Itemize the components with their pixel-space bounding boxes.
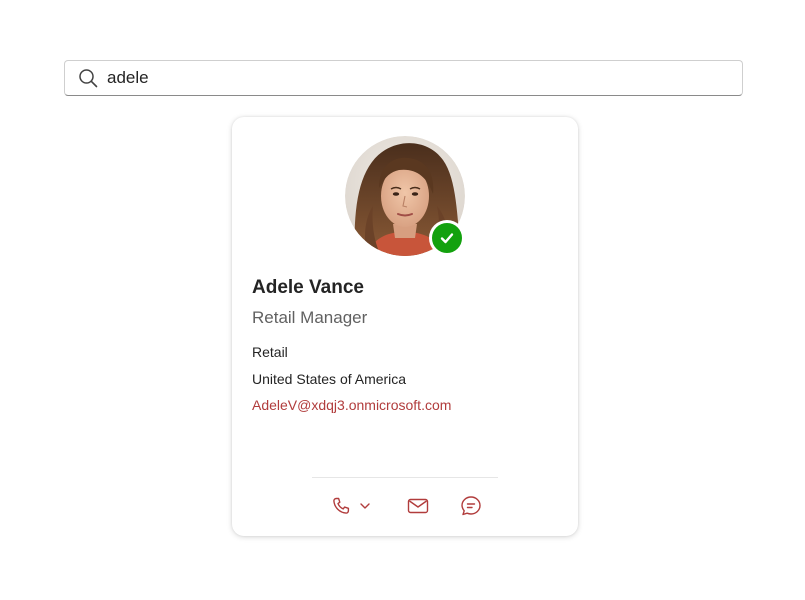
email-button[interactable]	[407, 494, 429, 518]
contact-actions	[232, 494, 578, 518]
chat-icon	[461, 496, 481, 516]
contact-email-link[interactable]: AdeleV@xdqj3.onmicrosoft.com	[252, 397, 451, 413]
checkmark-icon	[440, 233, 454, 244]
actions-divider	[312, 477, 498, 478]
contact-department: Retail	[252, 344, 288, 360]
chevron-down-icon[interactable]	[359, 500, 371, 512]
contact-job-title: Retail Manager	[252, 308, 368, 327]
contact-name: Adele Vance	[252, 277, 364, 298]
contact-location: United States of America	[252, 371, 407, 387]
call-button[interactable]	[331, 494, 371, 518]
search-icon	[78, 68, 98, 88]
presence-available-badge	[429, 220, 465, 256]
mail-icon	[407, 498, 429, 514]
search-input[interactable]	[107, 68, 707, 88]
phone-icon	[333, 497, 350, 514]
search-box[interactable]	[64, 60, 743, 96]
avatar-container	[345, 136, 465, 256]
contact-card: Adele Vance Retail Manager Retail United…	[232, 117, 578, 536]
chat-button[interactable]	[460, 494, 482, 518]
